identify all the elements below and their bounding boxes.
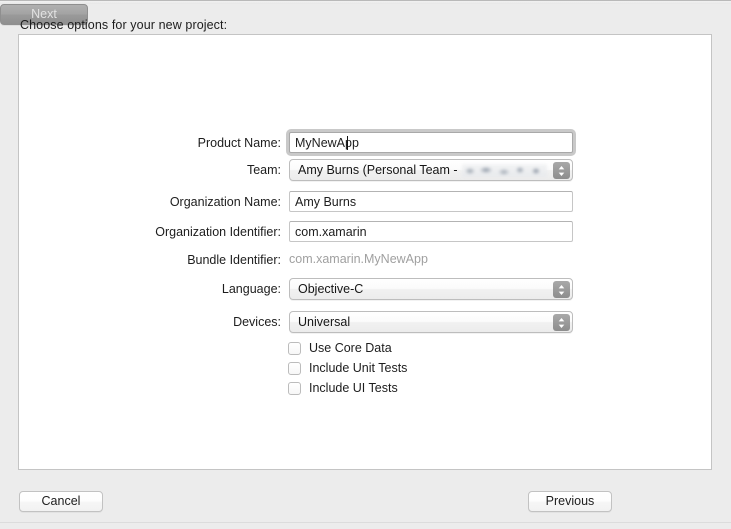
form-row-bundle-identifier: Bundle Identifier: com.xamarin.MyNewApp bbox=[19, 249, 713, 271]
product-name-field-wrapper bbox=[286, 129, 576, 156]
form-row-team: Team: Amy Burns (Personal Team - bbox=[19, 159, 713, 181]
checkbox-use-core-data[interactable] bbox=[288, 342, 301, 355]
label-devices: Devices: bbox=[233, 315, 281, 329]
chevron-updown-icon bbox=[558, 285, 565, 295]
control-team: Amy Burns (Personal Team - bbox=[289, 159, 573, 181]
form-row-product-name: Product Name: bbox=[19, 129, 713, 156]
options-panel: Product Name: Team: Amy Burns (Personal Te… bbox=[18, 34, 712, 470]
control-devices: Universal bbox=[289, 311, 573, 333]
label-product-name: Product Name: bbox=[197, 136, 281, 150]
devices-select[interactable]: Universal bbox=[289, 311, 573, 333]
checkbox-label-use-core-data: Use Core Data bbox=[309, 341, 392, 355]
language-select[interactable]: Objective-C bbox=[289, 278, 573, 300]
chevron-updown-icon bbox=[558, 166, 565, 176]
control-organization-identifier bbox=[289, 221, 573, 242]
team-select[interactable]: Amy Burns (Personal Team - bbox=[289, 159, 573, 181]
select-stepper-button[interactable] bbox=[553, 162, 570, 179]
control-organization-name bbox=[289, 191, 573, 212]
page-title: Choose options for your new project: bbox=[20, 18, 228, 32]
checkbox-label-include-unit-tests: Include Unit Tests bbox=[309, 361, 408, 375]
team-selected-value: Amy Burns (Personal Team - bbox=[298, 163, 458, 177]
checkbox-label-include-ui-tests: Include UI Tests bbox=[309, 381, 398, 395]
organization-identifier-input[interactable] bbox=[289, 221, 573, 242]
organization-identifier-field-wrapper bbox=[289, 221, 573, 242]
chevron-updown-icon bbox=[558, 318, 565, 328]
project-options-sheet: Choose options for your new project: Pro… bbox=[0, 4, 731, 523]
select-stepper-button[interactable] bbox=[553, 314, 570, 331]
previous-button[interactable]: Previous bbox=[528, 491, 612, 512]
text-caret bbox=[346, 136, 348, 150]
redacted-team-identifier bbox=[462, 164, 547, 177]
form-row-organization-identifier: Organization Identifier: bbox=[19, 221, 713, 243]
form-row-devices: Devices: Universal bbox=[19, 311, 713, 333]
label-bundle-identifier: Bundle Identifier: bbox=[187, 253, 281, 267]
bundle-identifier-value: com.xamarin.MyNewApp bbox=[289, 252, 428, 266]
label-organization-name: Organization Name: bbox=[169, 195, 281, 209]
select-stepper-button[interactable] bbox=[553, 281, 570, 298]
form-row-language: Language: Objective-C bbox=[19, 278, 713, 300]
form-row-organization-name: Organization Name: bbox=[19, 191, 713, 213]
devices-selected-value: Universal bbox=[298, 315, 351, 329]
language-selected-value: Objective-C bbox=[298, 282, 364, 296]
control-bundle-identifier: com.xamarin.MyNewApp bbox=[289, 249, 428, 270]
cancel-button[interactable]: Cancel bbox=[19, 491, 103, 512]
control-language: Objective-C bbox=[289, 278, 573, 300]
label-organization-identifier: Organization Identifier: bbox=[155, 225, 281, 239]
label-language: Language: bbox=[221, 282, 281, 296]
organization-name-field-wrapper bbox=[289, 191, 573, 212]
checkbox-include-ui-tests[interactable] bbox=[288, 382, 301, 395]
label-team: Team: bbox=[246, 163, 281, 177]
control-product-name bbox=[286, 129, 576, 156]
product-name-input[interactable] bbox=[289, 132, 573, 153]
window-bottom-edge bbox=[0, 522, 731, 529]
checkbox-include-unit-tests[interactable] bbox=[288, 362, 301, 375]
organization-name-input[interactable] bbox=[289, 191, 573, 212]
